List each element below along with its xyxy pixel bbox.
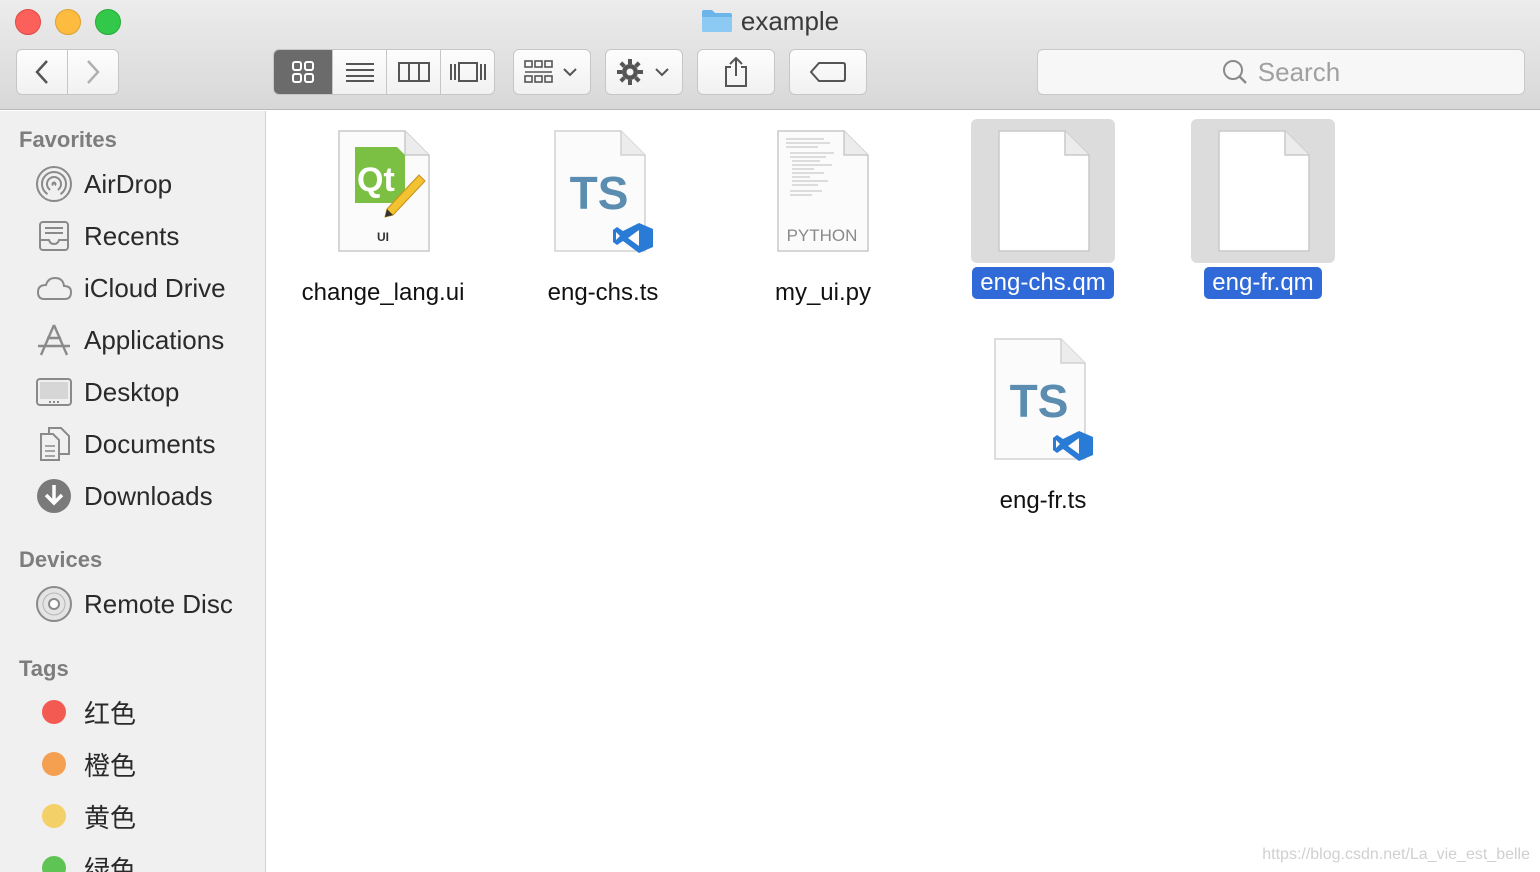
tag-color-dot: [42, 856, 66, 872]
file-name: my_ui.py: [774, 279, 872, 306]
favorites-header: Favorites: [19, 127, 117, 152]
sidebar-item-icloud-drive[interactable]: iCloud Drive: [34, 268, 226, 308]
search-field[interactable]: Search: [1037, 49, 1525, 95]
tags-header: Tags: [19, 656, 69, 681]
sidebar-item-tag-yellow[interactable]: 黄色: [34, 796, 136, 836]
search-icon: [1222, 60, 1247, 84]
python-file-icon: PYTHON: [751, 119, 895, 263]
recents-icon: [34, 216, 74, 256]
ts-file-icon: TS: [531, 119, 675, 263]
sidebar-item-recents[interactable]: Recents: [34, 216, 179, 256]
sidebar-item-downloads[interactable]: Downloads: [34, 476, 213, 516]
file-name: eng-fr.qm: [1204, 267, 1322, 299]
forward-button[interactable]: [67, 49, 119, 95]
view-mode-segmented-control: [273, 49, 495, 95]
sidebar-item-desktop[interactable]: Desktop: [34, 372, 179, 412]
gallery-view-button[interactable]: [440, 50, 494, 94]
svg-text:TS: TS: [570, 167, 629, 219]
tag-icon: [810, 62, 846, 82]
disc-icon: [34, 584, 74, 624]
svg-text:UI: UI: [377, 230, 389, 244]
sidebar-item-tag-red[interactable]: 红色: [34, 692, 136, 732]
blank-file-icon: [971, 119, 1115, 263]
cloud-icon: [34, 268, 74, 308]
column-view-button[interactable]: [386, 50, 440, 94]
file-name: eng-chs.ts: [547, 279, 659, 306]
airdrop-icon: [34, 164, 74, 204]
blank-file-icon: [1191, 119, 1335, 263]
edit-tags-button[interactable]: [789, 49, 867, 95]
sidebar-item-remote-disc[interactable]: Remote Disc: [34, 584, 233, 624]
qt-ui-file-icon: Qt UI: [311, 119, 455, 263]
share-icon: [725, 56, 747, 87]
file-item[interactable]: PYTHON my_ui.py: [713, 119, 933, 309]
columns-icon: [397, 62, 430, 82]
file-item[interactable]: TS eng-fr.ts: [933, 327, 1153, 517]
file-item[interactable]: eng-chs.qm: [933, 119, 1153, 299]
gallery-icon: [449, 62, 486, 82]
tag-color-dot: [42, 700, 66, 724]
sidebar: Favorites AirDrop Recents iCloud Drive A…: [0, 111, 266, 872]
file-name: eng-fr.ts: [999, 487, 1087, 514]
file-name: eng-chs.qm: [972, 267, 1114, 299]
list-icon: [345, 63, 374, 82]
devices-header: Devices: [19, 547, 103, 572]
icon-grid-icon: [292, 61, 314, 83]
sidebar-item-tag-green[interactable]: 绿色: [34, 848, 136, 872]
window-title: example: [0, 6, 1540, 37]
chevron-left-icon: [35, 60, 48, 84]
file-item[interactable]: eng-fr.qm: [1153, 119, 1373, 299]
sidebar-item-documents[interactable]: Documents: [34, 424, 216, 464]
documents-icon: [34, 424, 74, 464]
ts-file-icon: TS: [971, 327, 1115, 471]
file-name: change_lang.ui: [301, 279, 465, 306]
group-by-icon: [524, 60, 577, 83]
file-browser-content: Qt UI change_lang.ui TS eng-chs.ts PYTHO…: [267, 111, 1540, 872]
gear-icon: [617, 59, 669, 85]
applications-icon: [34, 320, 74, 360]
folder-icon: [701, 9, 733, 33]
group-by-dropdown[interactable]: [513, 49, 591, 95]
search-placeholder: Search: [1257, 56, 1341, 87]
tag-color-dot: [42, 804, 66, 828]
title-bar: example Search: [0, 0, 1540, 110]
tag-color-dot: [42, 752, 66, 776]
sidebar-item-tag-orange[interactable]: 橙色: [34, 744, 136, 784]
chevron-right-icon: [87, 60, 100, 84]
icon-view-button[interactable]: [274, 50, 332, 94]
watermark: https://blog.csdn.net/La_vie_est_belle: [1262, 846, 1530, 863]
svg-text:PYTHON: PYTHON: [787, 226, 858, 245]
sidebar-item-applications[interactable]: Applications: [34, 320, 224, 360]
list-view-button[interactable]: [332, 50, 386, 94]
action-dropdown[interactable]: [605, 49, 683, 95]
sidebar-item-airdrop[interactable]: AirDrop: [34, 164, 172, 204]
svg-text:Qt: Qt: [357, 161, 395, 199]
desktop-icon: [34, 372, 74, 412]
back-button[interactable]: [16, 49, 68, 95]
downloads-icon: [34, 476, 74, 516]
svg-text:TS: TS: [1010, 375, 1069, 427]
file-item[interactable]: Qt UI change_lang.ui: [273, 119, 493, 309]
file-item[interactable]: TS eng-chs.ts: [493, 119, 713, 309]
share-button[interactable]: [697, 49, 775, 95]
